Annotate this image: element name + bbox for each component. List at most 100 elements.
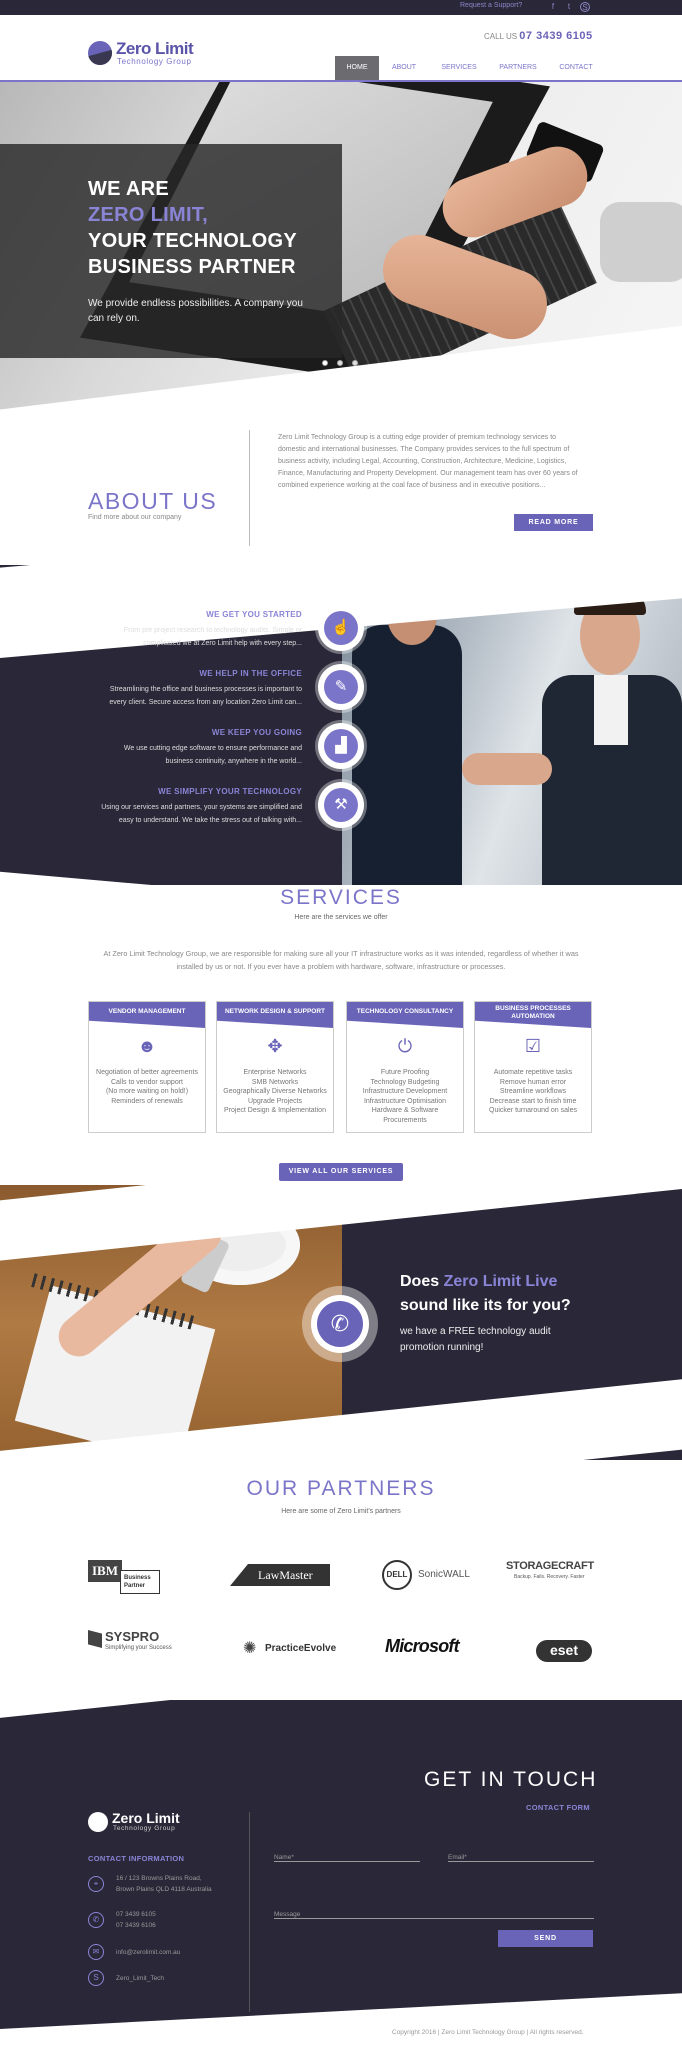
footer-skype[interactable]: Zero_Limit_Tech (116, 1973, 164, 1984)
logo-mark-icon[interactable] (88, 41, 112, 65)
name-field[interactable]: Name* (274, 1846, 420, 1862)
card-item: SMB Networks (251, 1078, 299, 1086)
card-header: BUSINESS PROCESSES AUTOMATION (475, 1002, 591, 1028)
footer-phones[interactable]: 07 3439 6105 07 3439 6106 (116, 1909, 156, 1931)
skype-icon[interactable]: S (580, 2, 590, 12)
email-field[interactable]: Email* (448, 1846, 594, 1862)
service-card-automation[interactable]: BUSINESS PROCESSES AUTOMATION ☑ Automate … (474, 1001, 592, 1133)
twitter-icon[interactable]: t (564, 2, 574, 12)
partner-syspro-logo[interactable]: SYSPRO Simplifying your Success (88, 1628, 183, 1658)
card-header: NETWORK DESIGN & SUPPORT (217, 1002, 333, 1028)
phone-line[interactable]: 07 3439 6106 (116, 1920, 156, 1931)
about-title: ABOUT US (88, 488, 218, 514)
service-card-network[interactable]: NETWORK DESIGN & SUPPORT ✥ Enterprise Ne… (216, 1001, 334, 1133)
address-line: 16 / 123 Browns Plains Road, (116, 1875, 202, 1882)
card-item: Enterprise Networks (243, 1069, 307, 1076)
lawmaster-text: LawMaster (258, 1568, 313, 1582)
service-card-consultancy[interactable]: TECHNOLOGY CONSULTANCY ⏻ Future Proofing… (346, 1001, 464, 1133)
sonicwall-text: SonicWALL (418, 1569, 470, 1580)
partners-title: OUR PARTNERS (246, 1477, 436, 1500)
services-intro-line: At Zero Limit Technology Group, we are r… (103, 949, 579, 958)
footer-background (0, 1700, 682, 2048)
edit-icon: ✎ (324, 670, 358, 704)
call-us: CALL US 07 3439 6105 (484, 30, 593, 42)
live-title-1: Does Zero Limit Live (400, 1270, 557, 1293)
card-item: Procurements (383, 1116, 427, 1124)
why-line: business continuity, anywhere in the wor… (165, 758, 302, 765)
handshake-hands (462, 753, 552, 785)
partner-microsoft-logo[interactable]: Microsoft (385, 1636, 485, 1660)
footer-divider (249, 1812, 250, 2012)
card-title: TECHNOLOGY CONSULTANCY (356, 1008, 454, 1015)
nav-services[interactable]: SERVICES (434, 56, 484, 80)
card-title-line-1: BUSINESS PROCESSES (495, 1005, 571, 1012)
hero-line-3: YOUR TECHNOLOGY (88, 230, 297, 252)
services-subtitle: Here are the services we offer (294, 914, 388, 921)
why-icon-circle-3: ▟ (318, 723, 364, 769)
card-item: Infrastructure Development (362, 1088, 448, 1095)
view-all-services-button[interactable]: VIEW ALL OUR SERVICES (279, 1163, 403, 1181)
partner-ibm-logo[interactable]: IBM Business Partner (88, 1560, 160, 1596)
message-placeholder: Message (274, 1911, 301, 1918)
contact-footer: GET IN TOUCH CONTACT FORM Zero Limit Tec… (0, 1700, 682, 2048)
practiceevolve-mark-icon: ✺ (243, 1640, 257, 1657)
hero-text-1: We provide endless possibilities. A comp… (88, 298, 303, 309)
email-placeholder: Email* (448, 1854, 467, 1861)
contact-form-label: CONTACT FORM (526, 1803, 590, 1812)
message-field[interactable]: Message (274, 1903, 594, 1919)
service-card-vendor[interactable]: VENDOR MANAGEMENT ☻ Negotiation of bette… (88, 1001, 206, 1133)
why-line: easy to understand. We take the stress o… (118, 817, 302, 824)
card-title: VENDOR MANAGEMENT (108, 1008, 186, 1015)
read-more-button[interactable]: READ MORE (514, 514, 593, 531)
hero-line-4: BUSINESS PARTNER (88, 256, 296, 278)
live-text-2: promotion running! (400, 1342, 484, 1353)
facebook-icon[interactable]: f (548, 2, 558, 12)
footer-email[interactable]: info@zerolimit.com.au (116, 1947, 180, 1958)
slider-dot-2[interactable] (337, 360, 343, 366)
logo-subtitle: Technology Group (117, 57, 192, 66)
logo-name[interactable]: Zero Limit (116, 39, 194, 59)
phone-circle: ✆ (302, 1286, 378, 1362)
card-item: Reminders of renewals (111, 1097, 183, 1105)
get-in-touch-title: GET IN TOUCH (424, 1768, 598, 1791)
why-text-2: Streamlining the office and business pro… (40, 683, 302, 709)
footer-logo-name[interactable]: Zero Limit (112, 1810, 180, 1826)
partner-practiceevolve-logo[interactable]: ✺ PracticeEvolve (243, 1640, 343, 1660)
card-item: Infrastructure Optimisation (363, 1097, 447, 1105)
nav-contact[interactable]: CONTACT (552, 56, 600, 80)
ibm-mark: IBM (88, 1560, 122, 1582)
partner-eset-logo[interactable]: eset (536, 1640, 592, 1662)
support-link[interactable]: Request a Support? (460, 2, 522, 9)
email-icon: ✉ (88, 1944, 104, 1960)
practiceevolve-text: PracticeEvolve (265, 1643, 337, 1654)
card-item: Project Design & Implementation (224, 1107, 326, 1114)
partner-dell-logo[interactable]: DELL SonicWALL (382, 1560, 470, 1590)
nav-home[interactable]: HOME (335, 56, 379, 80)
card-item: Quicker turnaround on sales (489, 1107, 577, 1114)
about-divider (249, 430, 250, 546)
live-title-does: Does (400, 1273, 444, 1290)
live-text-1: we have a FREE technology audit (400, 1326, 551, 1337)
why-text-3: We use cutting edge software to ensure p… (40, 742, 302, 768)
why-text-4: Using our services and partners, your sy… (40, 801, 302, 827)
copyright: Copyright 2016 | Zero Limit Technology G… (392, 2029, 584, 2036)
phone-line[interactable]: 07 3439 6105 (116, 1909, 156, 1920)
header-phone[interactable]: 07 3439 6105 (519, 30, 592, 42)
why-line: Using our services and partners, your sy… (101, 804, 302, 811)
checkbox-icon: ☑ (524, 1036, 542, 1056)
shirt-image (594, 675, 628, 745)
partner-lawmaster-logo[interactable]: LawMaster (230, 1564, 330, 1586)
why-line: Streamlining the office and business pro… (109, 686, 302, 693)
partner-storagecraft-logo[interactable]: STORAGECRAFT Backup. Fails. Recovery. Fa… (506, 1560, 596, 1590)
why-title-1: WE GET YOU STARTED (206, 610, 302, 619)
why-title-4: WE SIMPLIFY YOUR TECHNOLOGY (158, 787, 302, 796)
about-line: Finance, Manufacturing and Property Deve… (278, 470, 578, 477)
site-header: Zero Limit Technology Group CALL US 07 3… (0, 15, 682, 82)
slider-dot-1[interactable] (322, 360, 328, 366)
nav-partners[interactable]: PARTNERS (492, 56, 544, 80)
send-button[interactable]: SEND (498, 1930, 593, 1947)
storagecraft-text: STORAGECRAFT (506, 1560, 594, 1572)
nav-about[interactable]: ABOUT (384, 56, 424, 80)
microsoft-text: Microsoft (385, 1636, 460, 1656)
syspro-tagline: Simplifying your Success (105, 1645, 172, 1651)
